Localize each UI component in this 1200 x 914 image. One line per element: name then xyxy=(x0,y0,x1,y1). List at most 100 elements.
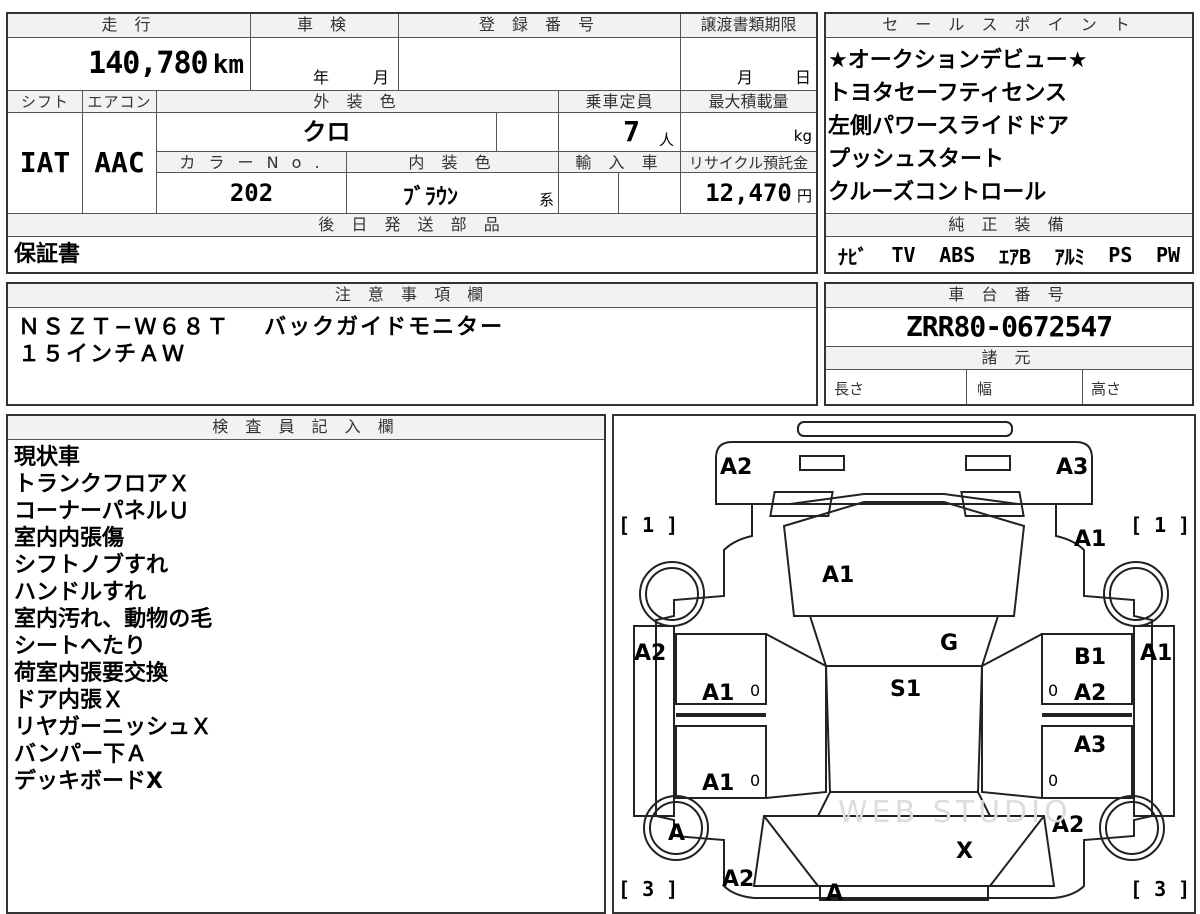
specs-width: 幅 xyxy=(966,370,1082,404)
color-no-header: カ ラ ー N o . xyxy=(156,151,346,173)
notes-line: ＮＳＺＴ−Ｗ６８Ｔ バックガイドモニター xyxy=(18,315,505,340)
mark-hood: X xyxy=(956,839,973,864)
chassis-box: 車 台 番 号 ZRR80-0672547 諸 元 長さ 幅 高さ xyxy=(824,282,1194,406)
inspector-line: 現状車 xyxy=(14,445,81,470)
notes-box: 注 意 事 項 欄 ＮＳＺＴ−Ｗ６８Ｔ バックガイドモニター １５インチＡＷ xyxy=(6,282,818,406)
shift-value: IAT xyxy=(19,146,71,179)
specs-header: 諸 元 xyxy=(826,346,1192,370)
mileage-value: 140,780 xyxy=(88,46,208,81)
specs-width-label: 幅 xyxy=(977,380,993,398)
equipment-item: ABS xyxy=(939,243,976,267)
color-no-cell: 202 xyxy=(156,173,346,213)
capacity-unit: 人 xyxy=(658,131,674,149)
mark-front-bracket-right: [ 3 ] xyxy=(1130,877,1190,901)
equipment-header: 純 正 装 備 xyxy=(826,213,1192,237)
interior-color-cell: ﾌﾞﾗｳﾝ 系 xyxy=(346,173,558,213)
mark-door-fl-zero: 0 xyxy=(750,771,760,790)
mark-door-rr-top: B1 xyxy=(1074,645,1106,670)
inspection-header: 車 検 xyxy=(250,14,398,38)
specs-length: 長さ xyxy=(826,370,966,404)
mark-door-fr-zero: 0 xyxy=(1048,771,1058,790)
mark-rear-right: A3 xyxy=(1056,455,1088,480)
inspector-header: 検 査 員 記 入 欄 xyxy=(8,416,604,440)
inspector-box: 検 査 員 記 入 欄 現状車 トランクフロアＸ コーナーパネルＵ 室内内張傷 … xyxy=(6,414,606,914)
specs-length-label: 長さ xyxy=(834,380,865,398)
interior-color-suffix: 系 xyxy=(538,191,554,209)
inspector-line: シフトノブすれ xyxy=(14,553,169,578)
specs-height: 高さ xyxy=(1082,370,1192,404)
recycle-unit: 円 xyxy=(796,187,812,205)
transfer-header: 譲渡書類期限 xyxy=(680,14,816,38)
inspector-line: シートへたり xyxy=(14,634,147,659)
sales-point: クルーズコントロール xyxy=(828,180,1047,205)
inspector-body: 現状車 トランクフロアＸ コーナーパネルＵ 室内内張傷 シフトノブすれ ハンドル… xyxy=(14,444,594,904)
notes-header: 注 意 事 項 欄 xyxy=(8,284,816,308)
max-load-header: 最大積載量 xyxy=(680,91,816,113)
recycle-value: 12,470 xyxy=(705,179,792,207)
mark-door-fl: A1 xyxy=(702,771,734,796)
exterior-color-cell: クロ xyxy=(156,113,496,151)
interior-color-value: ﾌﾞﾗｳﾝ xyxy=(403,185,459,210)
import-car-cell xyxy=(558,173,618,213)
equipment-item: PS xyxy=(1108,243,1133,267)
transfer-month-unit: 月 xyxy=(737,68,754,87)
inspector-line: 室内汚れ、動物の毛 xyxy=(14,607,213,632)
later-parts-value: 保証書 xyxy=(14,242,81,267)
inspector-line: ドア内張Ｘ xyxy=(14,688,125,713)
transfer-day-unit: 日 xyxy=(795,68,812,87)
mark-rear-bracket-right: [ 1 ] xyxy=(1130,513,1190,537)
sales-point: プッシュスタート xyxy=(828,147,1005,172)
equipment-item: PW xyxy=(1156,243,1181,267)
import-car-cell-2 xyxy=(618,173,680,213)
vehicle-info-table: 走 行 車 検 登 録 番 号 譲渡書類期限 140,780 km 年 月 月 … xyxy=(6,12,818,274)
aircon-cell: AAC xyxy=(82,113,156,213)
sales-point: ★オークションデビュー★ xyxy=(828,48,1088,73)
aircon-value: AAC xyxy=(94,146,145,179)
mark-center: S1 xyxy=(890,677,921,702)
transfer-cell: 月 日 xyxy=(680,38,816,90)
inspector-line: バンパー下Ａ xyxy=(14,742,148,767)
capacity-header: 乗車定員 xyxy=(558,91,680,113)
registration-header: 登 録 番 号 xyxy=(398,14,680,38)
inspector-line: 室内内張傷 xyxy=(14,526,125,551)
sales-point: トヨタセーフティセンス xyxy=(828,81,1067,106)
sales-points-list: ★オークションデビュー★ トヨタセーフティセンス 左側パワースライドドア プッシ… xyxy=(828,44,1188,218)
chassis-cell: ZRR80-0672547 xyxy=(826,308,1192,346)
mark-door-rr-zero: 0 xyxy=(1048,681,1058,700)
max-load-cell: kg xyxy=(680,113,816,151)
mileage-header: 走 行 xyxy=(8,14,250,38)
mark-side-right: A1 xyxy=(1140,641,1172,666)
equipment-item: ｱﾙﾐ xyxy=(1054,244,1085,269)
mark-back-glass: A1 xyxy=(822,563,854,588)
mark-rear-bracket-left: [ 1 ] xyxy=(618,513,678,537)
sales-points-box: セ ー ル ス ポ イ ン ト ★オークションデビュー★ トヨタセーフティセンス… xyxy=(824,12,1194,274)
registration-cell xyxy=(398,38,680,90)
capacity-cell: 7 人 xyxy=(558,113,680,151)
chassis-header: 車 台 番 号 xyxy=(826,284,1192,308)
inspector-line: ハンドルすれ xyxy=(14,580,147,605)
exterior-color-value: クロ xyxy=(302,118,351,146)
shift-header: シフト xyxy=(8,91,82,113)
recycle-cell: 12,470 円 xyxy=(680,173,816,213)
mark-door-fr: A3 xyxy=(1074,733,1106,758)
inspector-line: デッキボードX xyxy=(14,769,163,794)
max-load-unit: kg xyxy=(793,127,812,145)
inspector-line: コーナーパネルＵ xyxy=(14,499,190,524)
inspector-line: リヤガーニッシュＸ xyxy=(14,715,213,740)
later-parts-header: 後 日 発 送 部 品 xyxy=(8,213,816,237)
interior-color-header: 内 装 色 xyxy=(346,151,558,173)
shift-cell: IAT xyxy=(8,113,82,213)
exterior-color-header: 外 装 色 xyxy=(156,91,558,113)
mark-wheel-fl: A xyxy=(668,821,685,846)
later-parts-cell: 保証書 xyxy=(14,238,804,272)
mark-quarter-right: A1 xyxy=(1074,527,1106,552)
car-diagram: A2 A3 A1 A1 A2 A1 G A1 B1 A2 S1 A1 A3 A … xyxy=(618,421,1190,902)
inspector-line: トランクフロアＸ xyxy=(14,472,191,497)
recycle-header: リサイクル預託金 xyxy=(680,151,816,173)
sales-points-header: セ ー ル ス ポ イ ン ト xyxy=(826,14,1192,38)
import-car-header: 輸 入 車 xyxy=(558,151,680,173)
color-no-value: 202 xyxy=(229,179,274,207)
equipment-item: ｴｱB xyxy=(998,244,1031,269)
mark-bumper: A xyxy=(826,881,843,902)
mark-roof: G xyxy=(940,631,958,656)
